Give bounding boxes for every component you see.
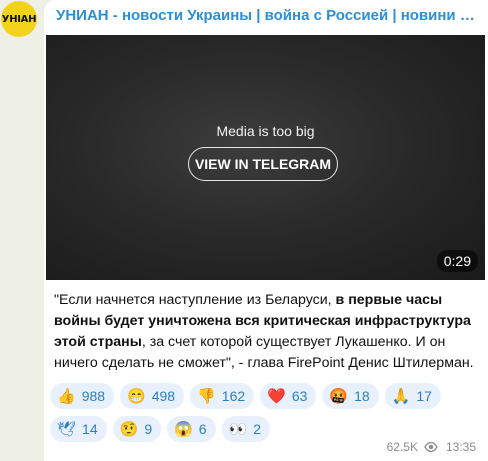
reaction-count: 17 (416, 388, 432, 404)
reaction-count: 988 (81, 388, 106, 404)
reaction-count: 6 (198, 421, 207, 437)
heart-icon: ❤️ (267, 387, 286, 405)
video-preview[interactable]: Media is too big VIEW IN TELEGRAM 0:29 (46, 35, 485, 280)
eyes-icon: 👀 (228, 420, 248, 438)
reaction-eyes[interactable]: 👀 2 (221, 416, 271, 442)
pray-icon: 🙏 (391, 387, 411, 405)
video-duration: 0:29 (436, 250, 478, 272)
reaction-thumbs-up[interactable]: 👍 988 (50, 383, 115, 409)
media-too-big-message: Media is too big (216, 123, 315, 139)
reaction-dove[interactable]: 🕊 14 (50, 416, 107, 442)
view-in-telegram-button[interactable]: VIEW IN TELEGRAM (188, 147, 338, 181)
angry-face-icon: 🤬 (329, 387, 349, 405)
reaction-count: 14 (82, 421, 98, 437)
message-meta: 62.5K 13:35 (387, 440, 476, 454)
post-text-part1: "Если начнется наступление из Беларуси, (54, 292, 336, 308)
reaction-angry[interactable]: 🤬 18 (322, 383, 379, 409)
reaction-pray[interactable]: 🙏 17 (384, 383, 441, 409)
channel-avatar[interactable]: УНІАН (1, 1, 37, 37)
message-bubble: УНИАН - новости Украины | война с Россие… (44, 0, 488, 461)
scream-icon: 😱 (174, 420, 193, 438)
thumbs-down-icon: 👎 (197, 387, 216, 405)
channel-title[interactable]: УНИАН - новости Украины | война с Россие… (56, 7, 476, 24)
eye-icon (424, 442, 438, 452)
reaction-grin[interactable]: 😁 498 (120, 383, 185, 409)
reaction-count: 9 (144, 421, 153, 437)
post-time: 13:35 (445, 440, 476, 454)
post-text: "Если начнется наступление из Беларуси, … (54, 290, 480, 374)
reaction-count: 498 (151, 388, 176, 404)
reaction-count: 18 (354, 388, 370, 404)
dove-icon: 🕊 (57, 420, 77, 438)
reaction-count: 2 (253, 421, 262, 437)
reaction-count: 63 (291, 388, 308, 404)
reaction-count: 162 (221, 388, 246, 404)
avatar-logo-text: УНІАН (1, 13, 37, 25)
reactions-bar: 👍 988 😁 498 👎 162 ❤️ 63 🤬 18 🙏 17 🕊 14 🤨 9 😱 6 👀 2 (50, 383, 482, 442)
reaction-thumbs-down[interactable]: 👎 162 (190, 383, 255, 409)
reaction-heart[interactable]: ❤️ 63 (260, 383, 317, 409)
grin-icon: 😁 (127, 387, 146, 405)
view-count: 62.5K (386, 440, 418, 454)
raised-eyebrow-icon: 🤨 (119, 420, 139, 438)
reaction-raised-eyebrow[interactable]: 🤨 9 (112, 416, 162, 442)
reaction-scream[interactable]: 😱 6 (167, 416, 216, 442)
thumbs-up-icon: 👍 (57, 387, 76, 405)
